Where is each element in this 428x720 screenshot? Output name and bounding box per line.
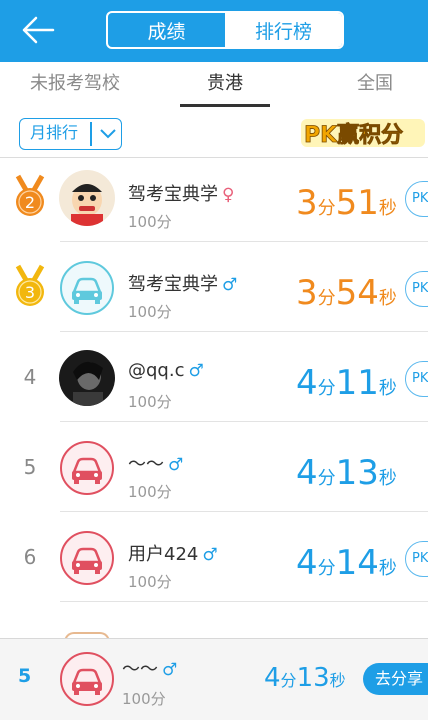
minutes: 3: [296, 273, 318, 313]
pk-button[interactable]: PK: [405, 181, 428, 217]
male-icon: ♂: [202, 545, 218, 565]
male-icon: ♂: [168, 455, 184, 475]
seconds-unit: 秒: [378, 198, 397, 219]
user-name-text: 〜〜: [128, 454, 164, 475]
share-button[interactable]: 去分享: [363, 663, 428, 695]
avatar[interactable]: [59, 260, 115, 316]
pk-earn-points-logo[interactable]: PK赢积分: [300, 116, 428, 150]
top-bar: 成绩 排行榜: [0, 0, 428, 62]
segment-scores[interactable]: 成绩: [108, 13, 225, 47]
avatar[interactable]: [59, 530, 115, 586]
minutes: 4: [296, 363, 318, 403]
list-item[interactable]: 3 驾考宝典学 ♂ 100分 3分54秒 PK: [0, 242, 428, 332]
segment-leaderboard[interactable]: 排行榜: [225, 13, 342, 47]
finish-time: 3分51秒: [296, 183, 397, 223]
avatar[interactable]: [59, 651, 115, 707]
pk-button[interactable]: PK: [405, 271, 428, 307]
medal-3-icon: 3: [12, 264, 48, 310]
seconds-unit: 秒: [378, 288, 397, 309]
segment-control: 成绩 排行榜: [106, 11, 344, 49]
pk-button[interactable]: PK: [405, 541, 428, 577]
avatar[interactable]: [59, 440, 115, 496]
seconds: 51: [335, 183, 379, 223]
month-ranking-dropdown[interactable]: 月排行: [19, 118, 122, 150]
seconds-unit: 秒: [378, 558, 397, 579]
user-name: @qq.c ♂: [128, 360, 204, 381]
male-icon: ♂: [188, 361, 204, 381]
dropdown-separator: [90, 122, 92, 146]
seconds: 11: [335, 363, 379, 403]
minutes-unit: 分: [280, 671, 297, 690]
scope-tabs: 未报考驾校 贵港 全国: [0, 62, 428, 108]
tab-national[interactable]: 全国: [300, 62, 428, 108]
minutes-unit: 分: [317, 198, 336, 219]
pk-button[interactable]: PK: [405, 361, 428, 397]
my-name-text: 〜〜: [122, 659, 158, 680]
seconds: 14: [335, 543, 379, 583]
rank-number: 4: [23, 365, 37, 389]
medal-2-icon: 2: [12, 174, 48, 220]
finish-time: 4分11秒: [296, 363, 397, 403]
seconds: 13: [296, 663, 330, 693]
user-name-text: 驾考宝典学: [128, 184, 218, 205]
user-name-text: 驾考宝典学: [128, 274, 218, 295]
finish-time: 3分54秒: [296, 273, 397, 313]
avatar[interactable]: [59, 350, 115, 406]
list-item[interactable]: 4 @qq.c ♂ 100分 4分11秒 PK: [0, 332, 428, 422]
user-score: 100分: [128, 303, 172, 321]
user-name: 驾考宝典学 ♂: [128, 270, 237, 296]
user-name-text: @qq.c: [128, 360, 185, 381]
user-name: 驾考宝典学 ♀: [128, 180, 234, 206]
rank-number: 6: [23, 545, 37, 569]
user-name: 用户424 ♂: [128, 540, 218, 566]
user-score: 100分: [128, 393, 172, 411]
my-rank-number: 5: [18, 665, 32, 687]
female-icon: ♀: [222, 185, 235, 205]
finish-time: 4分13秒: [296, 453, 397, 493]
list-item[interactable]: 6 用户424 ♂ 100分 4分14秒 PK: [0, 512, 428, 602]
user-score: 100分: [128, 213, 172, 231]
list-item[interactable]: 5 〜〜 ♂ 100分 4分13秒: [0, 422, 428, 512]
minutes-unit: 分: [317, 378, 336, 399]
rank-number: 5: [23, 455, 37, 479]
minutes: 4: [296, 453, 318, 493]
my-rank-bar: 5 〜〜 ♂ 100分 4分13秒 去分享: [0, 638, 428, 720]
rank-number: 2: [25, 193, 35, 212]
active-tab-indicator: [180, 104, 270, 107]
seconds-unit: 秒: [329, 671, 346, 690]
seconds-unit: 秒: [378, 378, 397, 399]
tab-guigang[interactable]: 贵港: [150, 62, 300, 108]
minutes-unit: 分: [317, 288, 336, 309]
back-arrow-icon[interactable]: [22, 15, 56, 45]
my-name: 〜〜 ♂: [122, 655, 177, 681]
minutes: 4: [296, 543, 318, 583]
seconds-unit: 秒: [378, 468, 397, 489]
pk-logo-text: PK赢积分: [304, 122, 403, 148]
divider: [60, 601, 428, 602]
user-name: 〜〜 ♂: [128, 450, 183, 476]
minutes-unit: 分: [317, 468, 336, 489]
user-score: 100分: [128, 573, 172, 591]
seconds: 54: [335, 273, 379, 313]
avatar[interactable]: [59, 170, 115, 226]
month-ranking-label: 月排行: [30, 123, 79, 142]
user-score: 100分: [128, 483, 172, 501]
seconds: 13: [335, 453, 379, 493]
male-icon: ♂: [162, 660, 178, 680]
list-item[interactable]: 2 驾考宝典学 ♀ 100分 3分51秒 PK: [0, 152, 428, 242]
finish-time: 4分14秒: [296, 543, 397, 583]
rank-number: 3: [25, 283, 35, 302]
user-name-text: 用户424: [128, 544, 199, 565]
tab-no-school[interactable]: 未报考驾校: [0, 62, 150, 108]
minutes: 3: [296, 183, 318, 223]
male-icon: ♂: [222, 275, 238, 295]
minutes: 4: [264, 663, 281, 693]
chevron-down-icon: [98, 125, 118, 143]
my-finish-time: 4分13秒: [264, 663, 346, 693]
minutes-unit: 分: [317, 558, 336, 579]
my-score: 100分: [122, 690, 166, 708]
